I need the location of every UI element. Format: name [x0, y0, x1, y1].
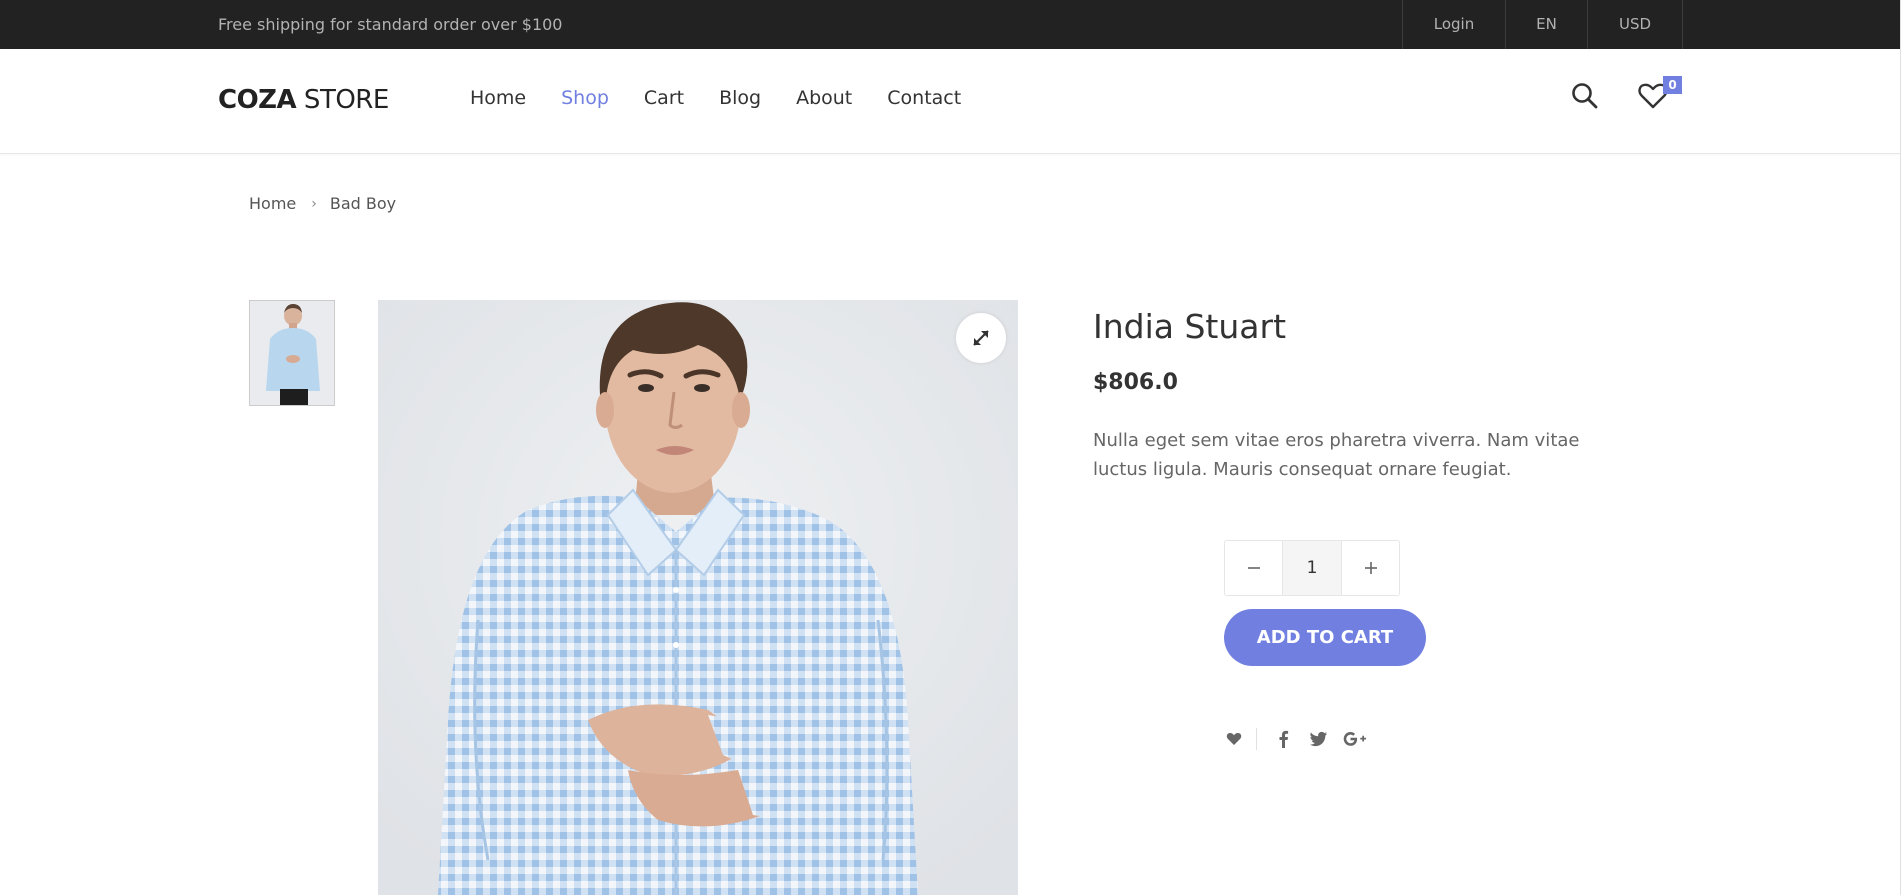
- google-plus-icon[interactable]: [1343, 727, 1367, 751]
- nav-contact[interactable]: Contact: [887, 87, 961, 109]
- nav-home[interactable]: Home: [470, 87, 526, 109]
- main-nav: Home Shop Cart Blog About Contact: [470, 87, 996, 109]
- nav-blog[interactable]: Blog: [719, 87, 761, 109]
- logo-bold-text: COZA: [218, 85, 297, 115]
- logo[interactable]: COZA STORE: [218, 85, 389, 115]
- currency-selector[interactable]: USD: [1588, 0, 1683, 49]
- product-main-image: [378, 300, 1018, 895]
- divider: [1256, 728, 1257, 750]
- breadcrumb-home[interactable]: Home: [249, 194, 296, 213]
- nav-shop[interactable]: Shop: [561, 87, 609, 109]
- logo-text: STORE: [296, 85, 389, 115]
- social-share: [1222, 726, 1367, 752]
- facebook-icon[interactable]: [1271, 727, 1295, 751]
- breadcrumb-current: Bad Boy: [329, 194, 397, 213]
- product-price: $806.0: [1093, 370, 1178, 395]
- search-icon[interactable]: [1568, 79, 1602, 113]
- expand-icon[interactable]: [956, 313, 1006, 363]
- language-selector[interactable]: EN: [1506, 0, 1588, 49]
- quantity-input[interactable]: 1: [1282, 541, 1342, 595]
- wishlist-count-badge: 0: [1663, 76, 1682, 94]
- nav-cart[interactable]: Cart: [644, 87, 684, 109]
- product-thumbnail[interactable]: [249, 300, 335, 406]
- heart-icon[interactable]: [1222, 727, 1246, 751]
- main-header: COZA STORE Home Shop Cart Blog About Con…: [0, 49, 1901, 154]
- shipping-notice: Free shipping for standard order over $1…: [218, 15, 563, 34]
- plus-icon[interactable]: [1342, 541, 1399, 595]
- twitter-icon[interactable]: [1307, 727, 1331, 751]
- top-bar: Free shipping for standard order over $1…: [0, 0, 1901, 49]
- top-bar-links: Login EN USD: [1402, 0, 1683, 49]
- breadcrumb: Home › Bad Boy: [249, 194, 396, 213]
- login-link[interactable]: Login: [1403, 0, 1506, 49]
- product-title: India Stuart: [1093, 307, 1287, 346]
- product-description: Nulla eget sem vitae eros pharetra viver…: [1093, 430, 1580, 480]
- chevron-right-icon: ›: [311, 195, 317, 212]
- nav-about[interactable]: About: [796, 87, 852, 109]
- quantity-stepper: 1: [1224, 540, 1400, 596]
- minus-icon[interactable]: [1225, 541, 1282, 595]
- add-to-cart-button[interactable]: ADD TO CART: [1224, 609, 1426, 666]
